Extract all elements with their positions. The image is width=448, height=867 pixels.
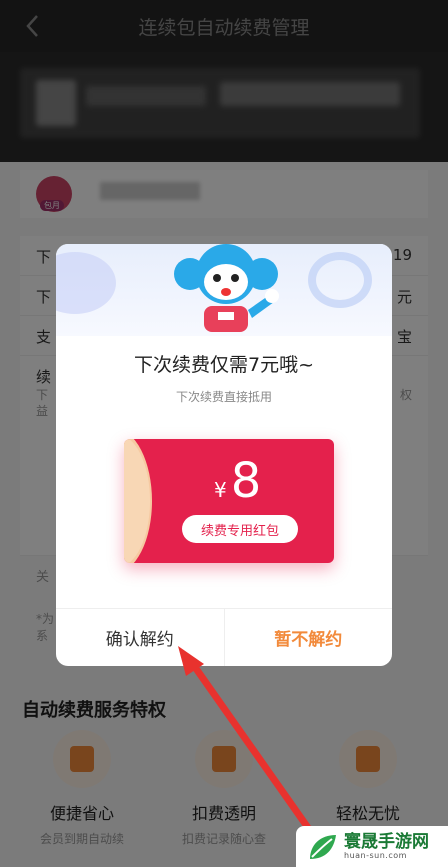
watermark: 寰晟手游网 huan-sun.com xyxy=(296,826,448,867)
dialog-actions: 确认解约 暂不解约 xyxy=(56,608,392,666)
decorative-ring xyxy=(308,252,372,308)
dialog-subtitle: 下次续费直接抵用 xyxy=(175,390,272,404)
page: 连续包自动续费管理 包月 下19 下元 支宝 续 下 益 权 关 *为 系 自动… xyxy=(0,0,448,867)
leaf-logo-icon xyxy=(310,834,336,859)
watermark-url: huan-sun.com xyxy=(344,851,407,860)
coupon-amount: ¥ 8 xyxy=(214,453,262,509)
dialog-title: 下次续费仅需7元哦~ xyxy=(133,354,314,376)
keep-subscription-button[interactable]: 暂不解约 xyxy=(225,609,393,666)
coupon-tag: 续费专用红包 xyxy=(182,515,298,543)
watermark-name: 寰晟手游网 xyxy=(344,832,429,852)
monkey-mascot-icon xyxy=(174,244,279,332)
dialog-banner xyxy=(56,244,392,336)
decorative-bubble xyxy=(56,252,116,314)
cancel-subscription-dialog: 下次续费仅需7元哦~ 下次续费直接抵用 ¥ 8 续费专用红包 确认解约 暂不解约 xyxy=(56,244,392,666)
confirm-cancel-button[interactable]: 确认解约 xyxy=(56,609,225,666)
red-envelope-coupon: ¥ 8 续费专用红包 xyxy=(124,439,334,563)
